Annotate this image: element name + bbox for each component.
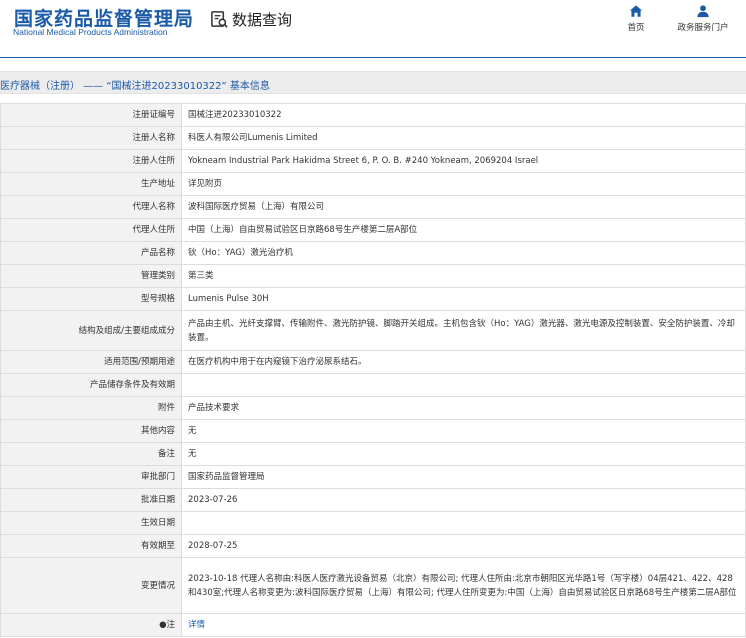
table-row: 代理人住所 中国（上海）自由贸易试验区日京路68号生产楼第二层A部位 bbox=[0, 218, 746, 242]
row-value: 详见附页 bbox=[181, 172, 746, 196]
row-label: 生产地址 bbox=[0, 172, 182, 196]
row-value bbox=[181, 511, 746, 535]
table-row: 结构及组成/主要组成成分 产品由主机、光纤支撑臂、传输附件、激光防护镜、脚踏开关… bbox=[0, 310, 746, 351]
table-row: 适用范围/预期用途 在医疗机构中用于在内窥镜下治疗泌尿系结石。 bbox=[0, 350, 746, 374]
table-row: 备注 无 bbox=[0, 442, 746, 466]
row-label: 型号规格 bbox=[0, 287, 182, 311]
data-query-label: 数据查询 bbox=[232, 11, 293, 29]
row-label: 代理人住所 bbox=[0, 218, 182, 242]
row-value: 无 bbox=[181, 442, 746, 466]
row-value: 波科国际医疗贸易（上海）有限公司 bbox=[181, 195, 746, 219]
row-label: 管理类别 bbox=[0, 264, 182, 288]
table-row: 代理人名称 波科国际医疗贸易（上海）有限公司 bbox=[0, 195, 746, 219]
row-label: 有效期至 bbox=[0, 534, 182, 558]
table-row: 管理类别 第三类 bbox=[0, 264, 746, 288]
table-row: 变更情况 2023-10-18 代理人名称由:科医人医疗激光设备贸易（北京）有限… bbox=[0, 557, 746, 614]
row-value: 国家药品监督管理局 bbox=[181, 465, 746, 489]
breadcrumb: 医疗器械（注册） —— “国械注进20233010322” 基本信息 bbox=[0, 71, 746, 94]
site-logo-subtitle: National Medical Products Administration bbox=[13, 27, 168, 37]
user-icon bbox=[697, 5, 709, 18]
row-value: 2023-10-18 代理人名称由:科医人医疗激光设备贸易（北京）有限公司; 代… bbox=[181, 557, 746, 614]
site-header: 国家药品监督管理局 National Medical Products Admi… bbox=[0, 0, 746, 58]
row-value: 在医疗机构中用于在内窥镜下治疗泌尿系结石。 bbox=[181, 350, 746, 374]
home-icon bbox=[629, 5, 643, 17]
row-value: 产品技术要求 bbox=[181, 396, 746, 420]
row-value: 科医人有限公司Lumenis Limited bbox=[181, 126, 746, 150]
table-row: 其他内容 无 bbox=[0, 419, 746, 443]
row-value: Yokneam Industrial Park Hakidma Street 6… bbox=[181, 149, 746, 173]
table-row: 批准日期 2023-07-26 bbox=[0, 488, 746, 512]
details-link[interactable]: 详情 bbox=[188, 620, 205, 630]
row-value bbox=[181, 373, 746, 397]
table-row: 型号规格 Lumenis Pulse 30H bbox=[0, 287, 746, 311]
table-row: 产品名称 钬（Ho：YAG）激光治疗机 bbox=[0, 241, 746, 265]
row-label: 结构及组成/主要组成成分 bbox=[0, 310, 182, 351]
row-label: 变更情况 bbox=[0, 557, 182, 614]
table-row: 审批部门 国家药品监督管理局 bbox=[0, 465, 746, 489]
row-label: ●注 bbox=[0, 613, 182, 637]
header-divider bbox=[0, 57, 746, 58]
table-row: 注册人名称 科医人有限公司Lumenis Limited bbox=[0, 126, 746, 150]
data-query-title: 数据查询 bbox=[210, 9, 292, 30]
table-row: 注册人住所 Yokneam Industrial Park Hakidma St… bbox=[0, 149, 746, 173]
nav-gov-service[interactable]: 政务服务门户 bbox=[668, 4, 738, 33]
row-value: 2028-07-25 bbox=[181, 534, 746, 558]
row-value: 产品由主机、光纤支撑臂、传输附件、激光防护镜、脚踏开关组成。主机包含钬（Ho：Y… bbox=[181, 310, 746, 351]
row-label: 审批部门 bbox=[0, 465, 182, 489]
table-row: 生效日期 bbox=[0, 511, 746, 535]
row-value: 钬（Ho：YAG）激光治疗机 bbox=[181, 241, 746, 265]
row-value: 中国（上海）自由贸易试验区日京路68号生产楼第二层A部位 bbox=[181, 218, 746, 242]
nav-gov-service-label: 政务服务门户 bbox=[677, 23, 729, 33]
row-label: 适用范围/预期用途 bbox=[0, 350, 182, 374]
registration-detail-table: 注册证编号 国械注进20233010322 注册人名称 科医人有限公司Lumen… bbox=[0, 103, 746, 637]
row-label: 备注 bbox=[0, 442, 182, 466]
data-query-icon bbox=[211, 11, 228, 28]
table-row: 有效期至 2028-07-25 bbox=[0, 534, 746, 558]
row-label: 生效日期 bbox=[0, 511, 182, 535]
row-label: 其他内容 bbox=[0, 419, 182, 443]
row-value: 第三类 bbox=[181, 264, 746, 288]
row-label: 注册人住所 bbox=[0, 149, 182, 173]
row-value: 2023-07-26 bbox=[181, 488, 746, 512]
nav-home[interactable]: 首页 bbox=[601, 4, 671, 33]
table-row: ●注 详情 bbox=[0, 613, 746, 637]
table-row: 产品储存条件及有效期 bbox=[0, 373, 746, 397]
row-value: 详情 bbox=[181, 613, 746, 637]
table-row: 附件 产品技术要求 bbox=[0, 396, 746, 420]
breadcrumb-text: 医疗器械（注册） —— “国械注进20233010322” 基本信息 bbox=[0, 81, 270, 92]
row-value: Lumenis Pulse 30H bbox=[181, 287, 746, 311]
row-value: 无 bbox=[181, 419, 746, 443]
table-row: 注册证编号 国械注进20233010322 bbox=[0, 103, 746, 127]
row-label: 批准日期 bbox=[0, 488, 182, 512]
table-row: 生产地址 详见附页 bbox=[0, 172, 746, 196]
row-label: 注册证编号 bbox=[0, 103, 182, 127]
row-label: 注册人名称 bbox=[0, 126, 182, 150]
row-label: 产品名称 bbox=[0, 241, 182, 265]
row-label: 产品储存条件及有效期 bbox=[0, 373, 182, 397]
row-label: 附件 bbox=[0, 396, 182, 420]
nav-home-label: 首页 bbox=[627, 23, 645, 33]
row-value: 国械注进20233010322 bbox=[181, 103, 746, 127]
row-label: 代理人名称 bbox=[0, 195, 182, 219]
